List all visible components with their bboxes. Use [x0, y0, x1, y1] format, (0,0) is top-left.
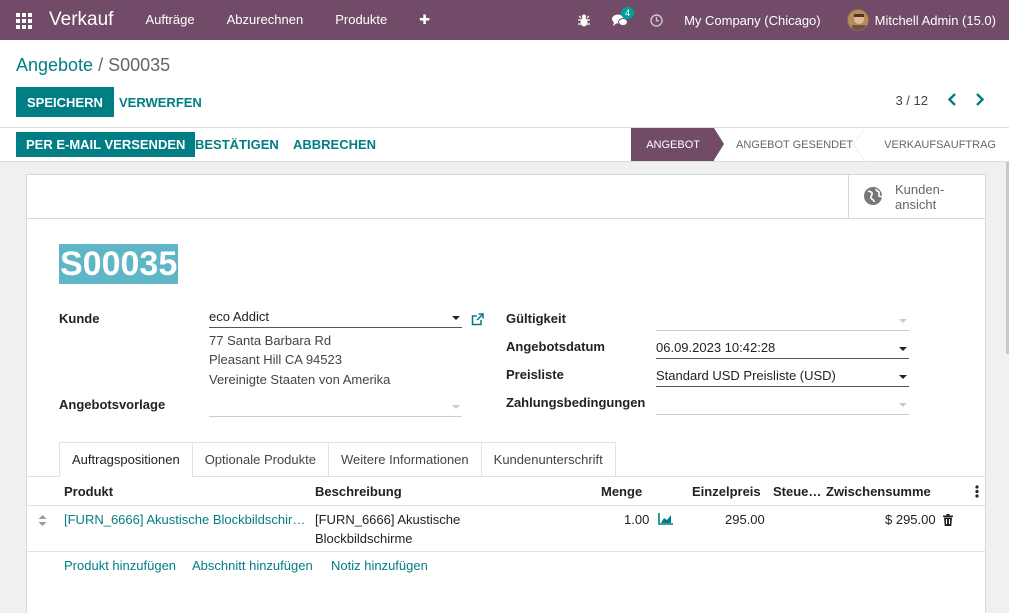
lines-table-header: Produkt Beschreibung Menge Einzelpreis S… [27, 477, 985, 506]
pricelist-dropdown-icon[interactable] [899, 375, 907, 379]
col-description[interactable]: Beschreibung [315, 484, 402, 499]
customer-label: Kunde [59, 311, 100, 326]
company-switcher[interactable]: My Company (Chicago) [684, 13, 821, 28]
stage-pipeline: Angebot Angebot gesendet Verkaufsauftrag [631, 128, 1009, 161]
drag-handle-icon[interactable] [38, 514, 47, 529]
template-label: Angebotsvorlage [59, 397, 166, 412]
customer-preview-line2: ansicht [895, 197, 937, 212]
tab-other-info[interactable]: Weitere Informationen [327, 442, 482, 477]
payment-terms-dropdown-icon[interactable] [899, 403, 907, 407]
external-link-icon[interactable] [471, 313, 484, 329]
confirm-button[interactable]: Bestätigen [190, 132, 284, 157]
notebook-tabs: Auftragspositionen Optionale Produkte We… [59, 442, 616, 477]
main-menu: Aufträge Abzurechnen Produkte ✚ [129, 12, 446, 28]
user-avatar[interactable] [846, 9, 869, 31]
payment-terms-field[interactable] [656, 393, 909, 415]
col-product[interactable]: Produkt [64, 484, 113, 499]
tab-customer-signature[interactable]: Kundenunterschrift [480, 442, 616, 477]
control-panel: Angebote / S00035 Speichern Verwerfen 3 … [0, 40, 1009, 128]
address-line: Pleasant Hill CA 94523 [209, 352, 342, 367]
col-taxes[interactable]: Steue… [773, 484, 821, 499]
add-section-link[interactable]: Abschnitt hinzufügen [192, 558, 313, 573]
breadcrumb-separator: / [98, 55, 104, 75]
validity-field[interactable] [656, 309, 909, 331]
pager-previous-icon[interactable] [947, 93, 957, 110]
quotation-date-dropdown-icon[interactable] [899, 347, 907, 351]
customer-dropdown-icon[interactable] [452, 316, 460, 320]
customer-value: eco Addict [209, 309, 269, 324]
delete-trash-icon[interactable] [943, 514, 953, 529]
button-box: Kunden- ansicht [27, 175, 985, 219]
validity-label: Gültigkeit [506, 311, 566, 326]
quotation-date-field[interactable]: 06.09.2023 10:42:28 [656, 337, 909, 359]
address-line: Vereinigte Staaten von Amerika [209, 372, 391, 387]
col-unit-price[interactable]: Einzelpreis [692, 484, 761, 499]
menu-item-products[interactable]: Produkte [319, 12, 403, 28]
optional-columns-icon[interactable] [975, 485, 979, 501]
stage-quotation: Angebot [631, 128, 724, 161]
add-product-link[interactable]: Produkt hinzufügen [64, 558, 176, 573]
template-dropdown-icon[interactable] [452, 405, 460, 409]
app-name[interactable]: Verkauf [49, 9, 113, 31]
top-navbar: Verkauf Aufträge Abzurechnen Produkte ✚ … [0, 0, 1009, 40]
col-quantity[interactable]: Menge [601, 484, 642, 499]
line-description[interactable]: [FURN_6666] Akustische [315, 512, 460, 527]
statusbar: Per E-Mail versenden Bestätigen Abbreche… [0, 128, 1009, 162]
menu-item-to-invoice[interactable]: Abzurechnen [211, 12, 320, 28]
line-subtotal: $ 295.00 [885, 512, 936, 527]
payment-terms-label: Zahlungsbedingungen [506, 395, 646, 410]
order-name: S00035 [59, 244, 179, 284]
table-row[interactable]: [FURN_6666] Akustische Blockbildschir… [… [27, 507, 985, 552]
customer-preview-button[interactable]: Kunden- ansicht [848, 175, 985, 219]
breadcrumb-parent[interactable]: Angebote [16, 55, 93, 75]
pager-value[interactable]: 3 / 12 [895, 93, 928, 108]
send-email-button[interactable]: Per E-Mail versenden [16, 132, 196, 157]
breadcrumb: Angebote / S00035 [16, 55, 170, 76]
add-note-link[interactable]: Notiz hinzufügen [331, 558, 428, 573]
debug-icon[interactable] [566, 0, 602, 40]
line-product[interactable]: [FURN_6666] Akustische Blockbildschir… [64, 512, 305, 527]
customer-field[interactable]: eco Addict [209, 306, 462, 328]
customer-preview-line1: Kunden- [895, 182, 945, 197]
quotation-date-value: 06.09.2023 10:42:28 [656, 340, 776, 355]
tab-optional-products[interactable]: Optionale Produkte [191, 442, 329, 477]
cancel-button[interactable]: Abbrechen [288, 132, 381, 157]
activity-clock-icon[interactable] [638, 0, 674, 40]
forecast-chart-icon[interactable] [658, 513, 673, 528]
pricelist-value: Standard USD Preisliste (USD) [656, 368, 836, 383]
stage-quotation-sent: Angebot gesendet [714, 128, 866, 161]
systray: 4 My Company (Chicago) Mitchell Admin (1… [566, 0, 1009, 40]
plus-icon[interactable]: ✚ [403, 12, 446, 28]
globe-icon [863, 186, 883, 209]
breadcrumb-current: S00035 [108, 55, 171, 75]
messages-icon[interactable]: 4 [602, 0, 638, 40]
template-field[interactable] [209, 395, 462, 417]
address-line: 77 Santa Barbara Rd [209, 333, 332, 348]
col-subtotal[interactable]: Zwischensumme [826, 484, 931, 499]
tab-order-lines[interactable]: Auftragspositionen [59, 442, 193, 477]
save-button[interactable]: Speichern [16, 87, 114, 117]
pager-next-icon[interactable] [975, 93, 985, 110]
line-description[interactable]: Blockbildschirme [315, 531, 413, 546]
apps-menu-icon[interactable] [16, 12, 33, 29]
line-quantity[interactable]: 1.00 [624, 512, 649, 527]
discard-button[interactable]: Verwerfen [114, 87, 207, 117]
user-menu[interactable]: Mitchell Admin (15.0) [875, 13, 996, 28]
pricelist-field[interactable]: Standard USD Preisliste (USD) [656, 365, 909, 387]
menu-item-orders[interactable]: Aufträge [129, 12, 210, 28]
message-count-badge: 4 [621, 7, 635, 19]
form-sheet: Kunden- ansicht S00035 Kunde eco Addict … [26, 174, 986, 613]
quotation-date-label: Angebotsdatum [506, 339, 605, 354]
line-unit-price[interactable]: 295.00 [725, 512, 765, 527]
stage-sales-order: Verkaufsauftrag [884, 138, 996, 151]
validity-dropdown-icon[interactable] [899, 319, 907, 323]
pricelist-label: Preisliste [506, 367, 564, 382]
